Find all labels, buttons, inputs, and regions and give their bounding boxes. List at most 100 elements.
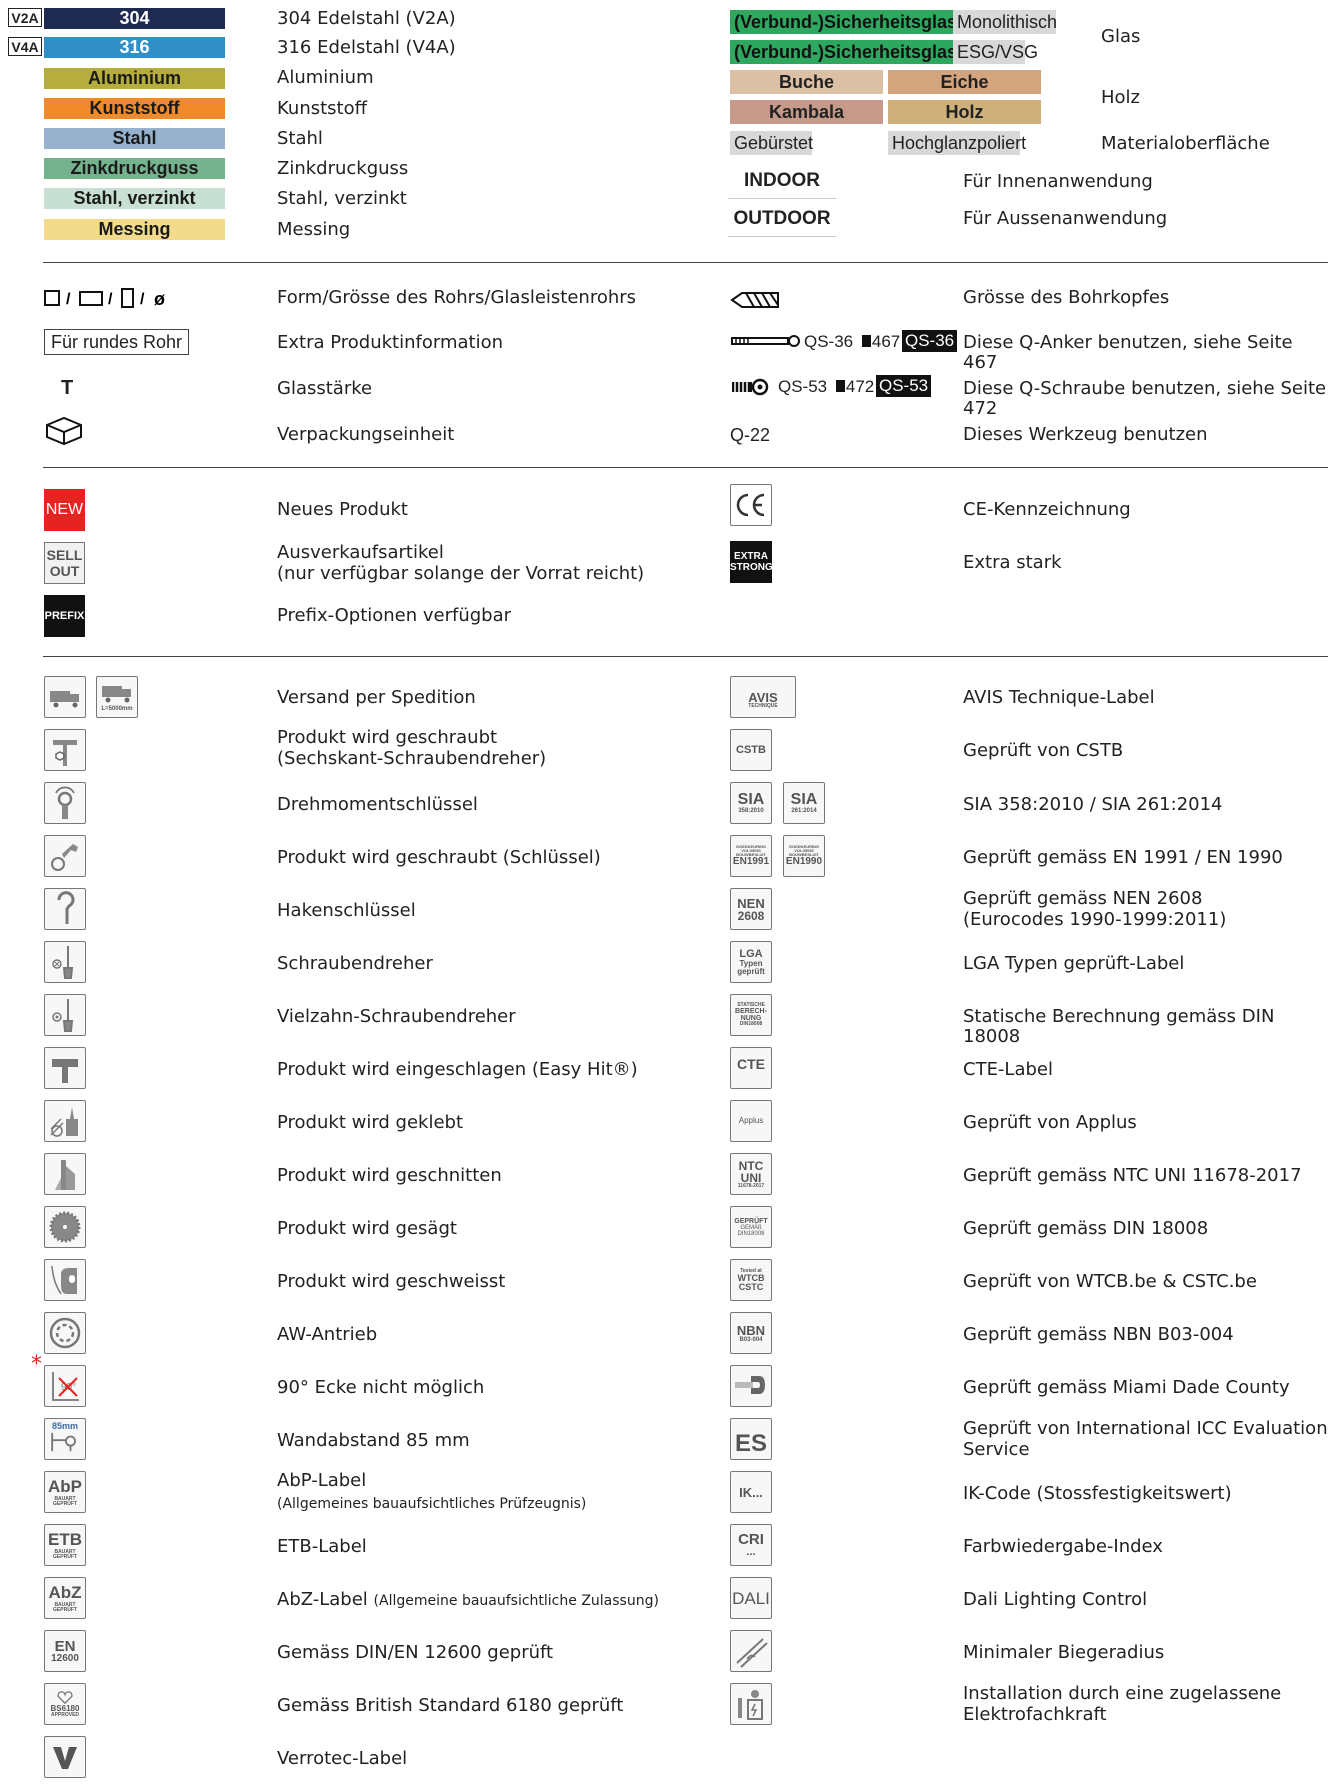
left-desc: Produkt wird geschraubt xyxy=(277,727,498,748)
glass-thickness-desc: Glasstärke xyxy=(277,378,373,399)
uni-num: 11678-2017 xyxy=(737,1182,765,1189)
en1990-icon: GOEDKEURING VOLGENS BOUWBESLUIT EN1990 xyxy=(783,835,825,877)
left-desc: AbP-Label xyxy=(277,1470,367,1491)
sellout-desc2: (nur verfügbar solange der Vorrat reicht… xyxy=(277,563,645,584)
avis-label-icon: AVIS TECHNIQUE xyxy=(730,676,796,718)
material-kunststoff: Kunststoff xyxy=(44,98,225,119)
ce-desc: CE-Kennzeichnung xyxy=(963,499,1131,520)
right-desc: SIA 358:2010 / SIA 261:2014 xyxy=(963,794,1223,815)
surface-desc: Materialoberfläche xyxy=(1101,133,1270,154)
left-desc: Produkt wird geschweisst xyxy=(277,1271,506,1292)
left-desc: Versand per Spedition xyxy=(277,687,476,708)
ik-text: IK... xyxy=(739,1484,763,1500)
wtcb-icon: Tested at WTCB CSTC xyxy=(730,1259,772,1301)
welding-icon xyxy=(44,1259,86,1301)
cte-text: CTE xyxy=(737,1056,765,1072)
ntc-text: NTC xyxy=(738,1158,764,1173)
divider xyxy=(43,656,1328,657)
page-icon xyxy=(835,380,845,392)
material-stahl-verzinkt: Stahl, verzinkt xyxy=(44,188,225,209)
torx-screwdriver-icon xyxy=(44,994,86,1036)
svg-text:/: / xyxy=(66,291,71,308)
svg-text:/: / xyxy=(108,291,113,308)
material-316: 316 xyxy=(44,37,225,58)
sellout-desc: Ausverkaufsartikel xyxy=(277,542,444,563)
din-text: DIN18008 xyxy=(737,1230,765,1237)
material-desc: Stahl xyxy=(277,128,323,149)
glass-tag-1: (Verbund-)Sicherheitsglas xyxy=(730,10,962,34)
lga-text: LGA xyxy=(739,947,763,960)
nbn-text: NBN xyxy=(736,1322,766,1338)
left-desc: Gemäss DIN/EN 12600 geprüft xyxy=(277,1642,554,1663)
electrician-icon xyxy=(730,1683,772,1725)
material-zinkdruckguss: Zinkdruckguss xyxy=(44,158,225,179)
left-desc: Gemäss British Standard 6180 geprüft xyxy=(277,1695,624,1716)
sellout-line2: OUT xyxy=(49,563,80,579)
left-desc: Vielzahn-Schraubendreher xyxy=(277,1006,516,1027)
left-desc: AW-Antrieb xyxy=(277,1324,378,1345)
nbn-icon: NBN B03-004 xyxy=(730,1312,772,1354)
abp-text: AbP xyxy=(48,1476,82,1496)
cstb-icon: CSTB xyxy=(730,729,772,771)
material-messing: Messing xyxy=(44,219,225,240)
right-desc: Statische Berechnung gemäss DIN 18008 xyxy=(963,1006,1275,1047)
divider xyxy=(43,262,1328,263)
material-desc: Messing xyxy=(277,219,351,240)
en-text: EN xyxy=(54,1637,76,1655)
glass-sub-2: ESG/VSG xyxy=(953,40,1038,64)
right-desc: Geprüft gemäss NTC UNI 11678-2017 xyxy=(963,1165,1302,1186)
new-badge: NEW xyxy=(44,489,85,531)
surface-polished: Hochglanzpoliert xyxy=(888,131,1026,155)
cstc-text: CSTC xyxy=(738,1281,764,1292)
packaging-desc: Verpackungseinheit xyxy=(277,424,455,445)
left-desc: Produkt wird geklebt xyxy=(277,1112,464,1133)
icc-es-icon: ES xyxy=(730,1418,772,1460)
avis-sub: TECHNIQUE xyxy=(748,703,778,709)
new-desc: Neues Produkt xyxy=(277,499,408,520)
saw-blade-icon xyxy=(44,1206,86,1248)
left-desc: AbZ-Label (Allgemeine bauaufsichtliche Z… xyxy=(277,1590,659,1611)
dali-icon: DALI xyxy=(730,1577,772,1619)
extra-line2: STRONG xyxy=(730,562,773,573)
right-desc: Geprüft von International ICC Evaluation xyxy=(963,1418,1328,1439)
material-304: 304 xyxy=(44,8,225,29)
left-desc: Produkt wird gesägt xyxy=(277,1218,457,1239)
gepr-text: GEPRÜFT xyxy=(734,1217,768,1225)
aw-drive-icon xyxy=(44,1312,86,1354)
abz-desc: AbZ-Label xyxy=(277,1589,368,1610)
wrench-icon xyxy=(44,835,86,877)
cte-icon: CTE xyxy=(730,1047,772,1089)
anchor-code: QS-36 467 / xyxy=(804,332,910,352)
nen-num: 2608 xyxy=(737,908,765,923)
truck-icon xyxy=(44,676,86,718)
en-code: EN1990 xyxy=(785,856,823,867)
es-text: ES xyxy=(734,1430,767,1457)
right-desc: Geprüft gemäss NEN 2608 xyxy=(963,888,1203,909)
screw-tag: QS-53 xyxy=(876,375,932,397)
outdoor-badge: OUTDOOR xyxy=(728,202,836,237)
badge-v2a: V2A xyxy=(8,8,42,27)
screw-icon xyxy=(730,378,770,400)
anchor-desc: Diese Q-Anker benutzen, siehe Seite 467 xyxy=(963,332,1293,373)
material-desc: Zinkdruckguss xyxy=(277,158,409,179)
sia-261-icon: SIA 261:2014 xyxy=(783,782,825,824)
hex-screwdriver-icon xyxy=(44,729,86,771)
drill-desc: Grösse des Bohrkopfes xyxy=(963,287,1170,308)
right-desc: Installation durch eine zugelassene xyxy=(963,1683,1282,1704)
right-desc: IK-Code (Stossfestigkeitswert) xyxy=(963,1483,1232,1504)
bs6180-icon: BS6180 APPROVED xyxy=(44,1683,86,1725)
stat-4: DIN18008 xyxy=(739,1021,763,1027)
extra-info-desc: Extra Produktinformation xyxy=(277,332,503,353)
lga-icon: LGA Typen geprüft xyxy=(730,941,772,983)
ntc-uni-icon: NTC UNI 11678-2017 xyxy=(730,1153,772,1195)
page-icon xyxy=(861,335,871,347)
cri-text: CRI xyxy=(738,1531,764,1548)
drill-bit-icon xyxy=(730,290,782,314)
right-desc: Dali Lighting Control xyxy=(963,1589,1148,1610)
truck-long-icon: L=5000mm xyxy=(96,676,138,718)
truck-length: L=5000mm xyxy=(101,706,133,712)
cut-icon xyxy=(44,1153,86,1195)
material-desc: Stahl, verzinkt xyxy=(277,188,407,209)
material-stahl: Stahl xyxy=(44,128,225,149)
left-desc: Wandabstand 85 mm xyxy=(277,1430,470,1451)
